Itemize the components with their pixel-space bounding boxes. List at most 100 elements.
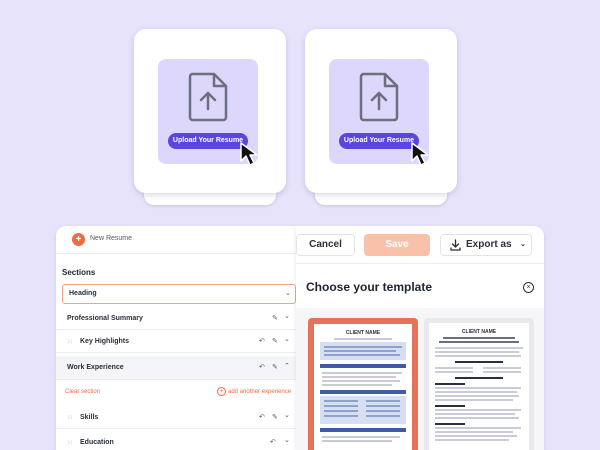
new-resume-label[interactable]: New Resume: [90, 235, 132, 242]
text-line: [366, 410, 400, 412]
section-label: Professional Summary: [67, 315, 143, 322]
client-name: CLIENT NAME: [345, 330, 381, 336]
text-line: [435, 395, 519, 397]
upload-card-1: Upload Your Resume: [134, 29, 286, 205]
text-line: [435, 417, 519, 419]
text-line: [435, 383, 465, 385]
edit-icon[interactable]: ✎: [272, 337, 278, 345]
text-line: [366, 415, 400, 417]
section-label: Education: [80, 439, 114, 446]
cursor-icon: [411, 142, 429, 166]
section-key-highlights[interactable]: ⁙ Key Highlights ↶ ✎ ⌄: [56, 331, 296, 353]
template-card-2[interactable]: CLIENT NAME: [424, 318, 534, 450]
section-bar: [320, 364, 406, 368]
text-line: [334, 338, 392, 340]
text-line: [439, 341, 519, 343]
undo-icon[interactable]: ↶: [259, 363, 265, 371]
sections-title: Sections: [62, 268, 96, 277]
choose-template-title: Choose your template: [306, 280, 433, 294]
cancel-button[interactable]: Cancel: [296, 234, 355, 256]
text-line: [435, 387, 521, 389]
text-line: [322, 380, 400, 382]
undo-icon[interactable]: ↶: [259, 413, 265, 421]
text-line: [322, 372, 402, 374]
undo-icon[interactable]: ↶: [270, 438, 276, 446]
section-label: Skills: [80, 414, 99, 421]
section-heading-line: [455, 361, 503, 363]
chevron-down-icon[interactable]: ⌄: [284, 436, 290, 444]
section-work-experience[interactable]: Work Experience ↶ ✎ ⌃: [56, 356, 296, 380]
text-line: [324, 405, 358, 407]
text-line: [435, 405, 465, 407]
text-line: [483, 367, 521, 369]
client-name: CLIENT NAME: [461, 329, 497, 335]
text-line: [324, 350, 396, 352]
upload-dropzone[interactable]: Upload Your Resume: [158, 59, 258, 166]
section-professional-summary[interactable]: Professional Summary ✎ ⌄: [56, 308, 296, 330]
text-line: [324, 410, 358, 412]
template-preview: CLIENT NAME: [429, 323, 529, 450]
template-card-1[interactable]: CLIENT NAME: [308, 318, 418, 450]
close-icon[interactable]: ×: [523, 282, 534, 293]
upload-resume-button[interactable]: Upload Your Resume: [339, 133, 419, 149]
section-bar: [320, 390, 406, 394]
text-line: [322, 384, 392, 386]
drag-handle-icon[interactable]: ⁙: [67, 414, 73, 422]
template-panel: Cancel Save Export as ⌄ Choose your temp…: [296, 226, 544, 450]
add-experience-label: add another experience: [228, 389, 292, 396]
section-bar: [320, 428, 406, 432]
drag-handle-icon[interactable]: ⁙: [67, 338, 73, 346]
text-line: [322, 376, 396, 378]
text-line: [324, 354, 400, 356]
text-line: [435, 371, 473, 373]
chevron-down-icon[interactable]: ⌄: [284, 312, 290, 320]
section-label: Work Experience: [67, 364, 124, 371]
plus-icon: +: [217, 387, 226, 396]
add-experience-button[interactable]: + add another experience: [217, 387, 291, 396]
editor-header: + New Resume: [56, 226, 296, 254]
text-line: [324, 346, 402, 348]
export-button[interactable]: Export as ⌄: [440, 234, 532, 256]
text-line: [435, 413, 515, 415]
text-line: [366, 405, 400, 407]
upload-resume-button[interactable]: Upload Your Resume: [168, 133, 248, 149]
chevron-up-icon[interactable]: ⌃: [284, 362, 290, 370]
edit-icon[interactable]: ✎: [272, 314, 278, 322]
text-line: [435, 367, 473, 369]
plus-icon[interactable]: +: [72, 233, 85, 246]
text-line: [435, 431, 513, 433]
section-label: Key Highlights: [80, 338, 130, 345]
text-line: [435, 351, 519, 353]
chevron-down-icon[interactable]: ⌄: [285, 289, 291, 297]
chevron-down-icon[interactable]: ⌄: [284, 411, 290, 419]
section-education[interactable]: ⁙ Education ↶ ⌄: [56, 432, 296, 450]
chevron-down-icon[interactable]: ⌄: [284, 335, 290, 343]
text-line: [366, 400, 400, 402]
export-label: Export as: [466, 239, 512, 250]
section-heading[interactable]: Heading ⌄: [62, 284, 296, 304]
section-skills[interactable]: ⁙ Skills ↶ ✎ ⌄: [56, 407, 296, 429]
text-line: [435, 409, 521, 411]
download-icon: [450, 239, 461, 251]
text-line: [435, 391, 517, 393]
text-line: [324, 400, 358, 402]
text-line: [435, 427, 521, 429]
upload-card-front: Upload Your Resume: [305, 29, 457, 193]
upload-card-front: Upload Your Resume: [134, 29, 286, 193]
template-preview: CLIENT NAME: [314, 324, 412, 450]
text-line: [435, 355, 521, 357]
edit-icon[interactable]: ✎: [272, 413, 278, 421]
text-line: [322, 440, 392, 442]
undo-icon[interactable]: ↶: [259, 337, 265, 345]
upload-dropzone[interactable]: Upload Your Resume: [329, 59, 429, 166]
text-line: [435, 347, 523, 349]
save-button[interactable]: Save: [364, 234, 430, 256]
drag-handle-icon[interactable]: ⁙: [67, 439, 73, 447]
text-line: [483, 371, 521, 373]
text-line: [435, 435, 517, 437]
clear-section-link[interactable]: Clear section: [65, 389, 100, 395]
edit-icon[interactable]: ✎: [272, 363, 278, 371]
cursor-icon: [240, 142, 258, 166]
resume-editor-panel: + New Resume Sections Heading ⌄ Professi…: [56, 226, 296, 450]
chevron-down-icon: ⌄: [520, 241, 526, 248]
